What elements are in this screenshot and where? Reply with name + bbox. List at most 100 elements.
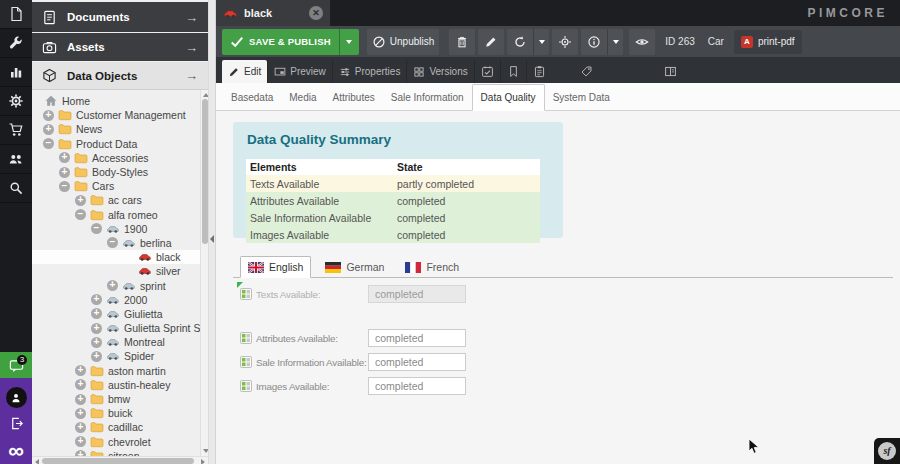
users-rail-button[interactable] — [0, 145, 32, 174]
tree-item[interactable]: austin-healey — [32, 378, 200, 392]
tree-item[interactable]: Accessories — [32, 151, 200, 165]
accordion-documents[interactable]: Documents → — [32, 2, 208, 32]
tree-item[interactable]: Home — [32, 94, 200, 108]
subtab[interactable]: Media — [281, 84, 324, 111]
subtab[interactable]: System Data — [545, 84, 618, 111]
locate-in-tree-button[interactable] — [552, 29, 578, 55]
tree-item[interactable]: sprint — [32, 278, 200, 292]
tab-properties[interactable]: Properties — [332, 60, 407, 83]
reports-rail-button[interactable] — [0, 58, 32, 87]
tab-preview[interactable]: Preview — [267, 60, 332, 83]
tree-expander-icon[interactable] — [75, 379, 86, 390]
unpublish-button[interactable]: Unpublish — [367, 29, 439, 55]
tree-item[interactable]: Body-Styles — [32, 165, 200, 179]
tree-expander-icon[interactable] — [75, 195, 86, 206]
tab-language-english[interactable]: English — [240, 256, 311, 278]
field-input[interactable] — [368, 329, 466, 347]
tree-horizontal-scrollbar[interactable] — [32, 456, 208, 464]
field-input[interactable] — [368, 285, 466, 303]
tree-item[interactable]: Cars — [32, 179, 200, 193]
pimcore-logo-icon[interactable]: ∞ — [8, 440, 24, 462]
tree-expander-icon[interactable] — [43, 138, 54, 149]
scroll-left-icon[interactable] — [35, 459, 39, 464]
tree-item[interactable]: Gulietta Sprint Specia — [32, 321, 200, 335]
settings-rail-button[interactable] — [0, 87, 32, 116]
tree-item[interactable]: buick — [32, 406, 200, 420]
tree-item[interactable]: 1900 — [32, 222, 200, 236]
tree-item[interactable]: Montreal — [32, 335, 200, 349]
tree-expander-icon[interactable] — [91, 337, 102, 348]
tab-versions[interactable]: Versions — [406, 60, 473, 83]
tools-rail-button[interactable] — [0, 29, 32, 58]
save-publish-button[interactable]: SAVE & PUBLISH — [222, 29, 359, 55]
tree-item[interactable]: News — [32, 122, 200, 136]
tree-item[interactable]: aston martin — [32, 364, 200, 378]
reload-button[interactable] — [507, 29, 533, 55]
tree-item[interactable]: chevrolet — [32, 435, 200, 449]
tab-language-german[interactable]: German — [318, 256, 391, 278]
tree-expander-icon[interactable] — [75, 365, 86, 376]
collapse-handle-icon[interactable] — [210, 235, 214, 243]
tab-black[interactable]: black ✕ — [216, 0, 330, 26]
info-button[interactable] — [581, 29, 607, 55]
schedule-tab-button[interactable] — [474, 60, 500, 83]
scrollbar-thumb[interactable] — [42, 458, 194, 464]
tab-edit[interactable]: Edit — [222, 60, 267, 83]
tree-expander-icon[interactable] — [75, 436, 86, 447]
tree-expander-icon[interactable] — [75, 209, 86, 220]
symfony-debug-button[interactable]: sf — [874, 438, 900, 464]
tree-item[interactable]: cadillac — [32, 420, 200, 434]
tree-expander-icon[interactable] — [43, 124, 54, 135]
tree-item[interactable]: Spider — [32, 349, 200, 363]
tab-close-icon[interactable]: ✕ — [309, 6, 323, 20]
tree-expander-icon[interactable] — [107, 280, 118, 291]
accordion-assets[interactable]: Assets → — [32, 33, 208, 61]
tree-item[interactable]: 2000 — [32, 293, 200, 307]
workflow-tab-button[interactable] — [658, 60, 684, 83]
tree-expander-icon[interactable] — [91, 223, 102, 234]
documents-rail-button[interactable] — [0, 0, 32, 29]
subtab[interactable]: Sale Information — [383, 84, 472, 111]
tree-item[interactable]: Product Data — [32, 137, 200, 151]
tree-item[interactable]: alfa romeo — [32, 208, 200, 222]
tree-item[interactable]: Giulietta — [32, 307, 200, 321]
subtab[interactable]: Data Quality — [472, 84, 545, 111]
logout-button[interactable] — [9, 416, 24, 435]
tree-item[interactable]: citroen — [32, 449, 200, 456]
tree-expander-icon[interactable] — [91, 308, 102, 319]
tree-expander-icon[interactable] — [59, 167, 70, 178]
tree-expander-icon[interactable] — [75, 408, 86, 419]
field-input[interactable] — [368, 377, 466, 395]
rename-button[interactable] — [478, 29, 504, 55]
tree-expander-icon[interactable] — [91, 323, 102, 334]
ecommerce-rail-button[interactable] — [0, 116, 32, 145]
tree-expander-icon[interactable] — [91, 294, 102, 305]
print-pdf-button[interactable]: A print-pdf — [734, 30, 802, 54]
tree-item[interactable]: Customer Management — [32, 108, 200, 122]
reload-dropdown-button[interactable] — [533, 29, 549, 55]
tree-expander-icon[interactable] — [43, 110, 54, 121]
tree-expander-icon[interactable] — [107, 237, 118, 248]
subtab[interactable]: Attributes — [325, 84, 383, 111]
tree-item[interactable]: ac cars — [32, 193, 200, 207]
scroll-right-icon[interactable] — [201, 459, 205, 464]
notifications-button[interactable] — [0, 352, 32, 378]
bookmark-tab-button[interactable] — [500, 60, 526, 83]
tree-item[interactable]: berlina — [32, 236, 200, 250]
subtab[interactable]: Basedata — [223, 84, 281, 111]
delete-button[interactable] — [449, 29, 475, 55]
tree-item[interactable]: silver — [32, 264, 200, 278]
preview-eye-button[interactable] — [629, 29, 655, 55]
tree-expander-icon[interactable] — [75, 422, 86, 433]
tree-expander-icon[interactable] — [75, 394, 86, 405]
tab-language-french[interactable]: French — [398, 256, 466, 278]
sidebar-splitter[interactable] — [208, 0, 216, 464]
notes-tab-button[interactable] — [526, 60, 552, 83]
tree-expander-icon[interactable] — [59, 152, 70, 163]
user-avatar-button[interactable] — [6, 387, 27, 408]
save-dropdown-button[interactable] — [339, 29, 359, 55]
field-input[interactable] — [368, 353, 466, 371]
search-rail-button[interactable] — [0, 174, 32, 203]
tree-expander-icon[interactable] — [91, 351, 102, 362]
info-dropdown-button[interactable] — [607, 29, 623, 55]
